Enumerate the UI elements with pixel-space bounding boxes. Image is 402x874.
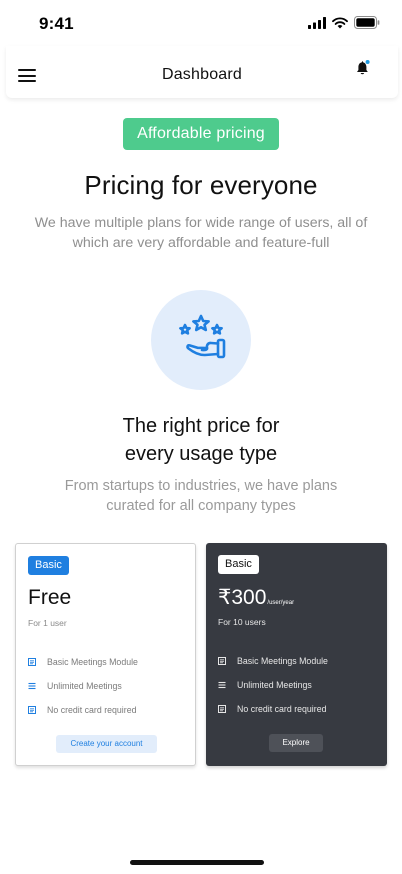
bell-icon[interactable] (355, 59, 371, 77)
app-header: Dashboard (6, 46, 398, 98)
section-subtitle: From startups to industries, we have pla… (64, 478, 338, 514)
feature-item: Unlimited Meetings (218, 673, 328, 697)
battery-icon (354, 16, 380, 29)
plan-users: For 1 user (28, 618, 67, 628)
plan-users: For 10 users (218, 617, 266, 627)
affordable-pricing-badge: Affordable pricing (123, 118, 279, 150)
hero-title: Pricing for everyone (84, 170, 318, 200)
status-bar: 9:41 (0, 0, 402, 46)
feature-item: No credit card required (28, 698, 138, 722)
feature-item: Unlimited Meetings (28, 674, 138, 698)
hero-subtitle: We have multiple plans for wide range of… (34, 215, 368, 251)
feature-item: No credit card required (218, 697, 328, 721)
feature-list: Basic Meetings Module Unlimited Meetings… (218, 649, 328, 721)
feature-item: Basic Meetings Module (218, 649, 328, 673)
document-icon (28, 658, 36, 666)
document-icon (218, 705, 226, 713)
feature-item: Basic Meetings Module (28, 650, 138, 674)
hand-stars-illustration (151, 290, 251, 390)
status-time: 9:41 (39, 14, 74, 33)
plan-card-free: Basic Free For 1 user Basic Meetings Mod… (15, 543, 196, 766)
plan-card-paid: Basic ₹300/user/year For 10 users Basic … (206, 543, 387, 766)
document-icon (218, 657, 226, 665)
hand-stars-icon (179, 314, 226, 359)
explore-button[interactable]: Explore (269, 734, 323, 752)
plan-badge: Basic (218, 555, 259, 574)
status-icons (308, 16, 380, 29)
document-icon (28, 706, 36, 714)
list-icon (28, 682, 36, 690)
section-title: The right price for every usage type (122, 415, 280, 465)
list-icon (218, 681, 226, 689)
feature-list: Basic Meetings Module Unlimited Meetings… (28, 650, 138, 722)
home-indicator[interactable] (130, 860, 264, 865)
notification-dot (365, 60, 370, 64)
wifi-icon (332, 16, 348, 28)
plan-badge: Basic (28, 556, 69, 575)
page-title: Dashboard (161, 66, 243, 83)
create-account-button[interactable]: Create your account (56, 735, 157, 753)
plan-price: Free (28, 586, 72, 609)
cellular-signal-icon (308, 16, 326, 29)
plan-price: ₹300/user/year (218, 586, 295, 609)
